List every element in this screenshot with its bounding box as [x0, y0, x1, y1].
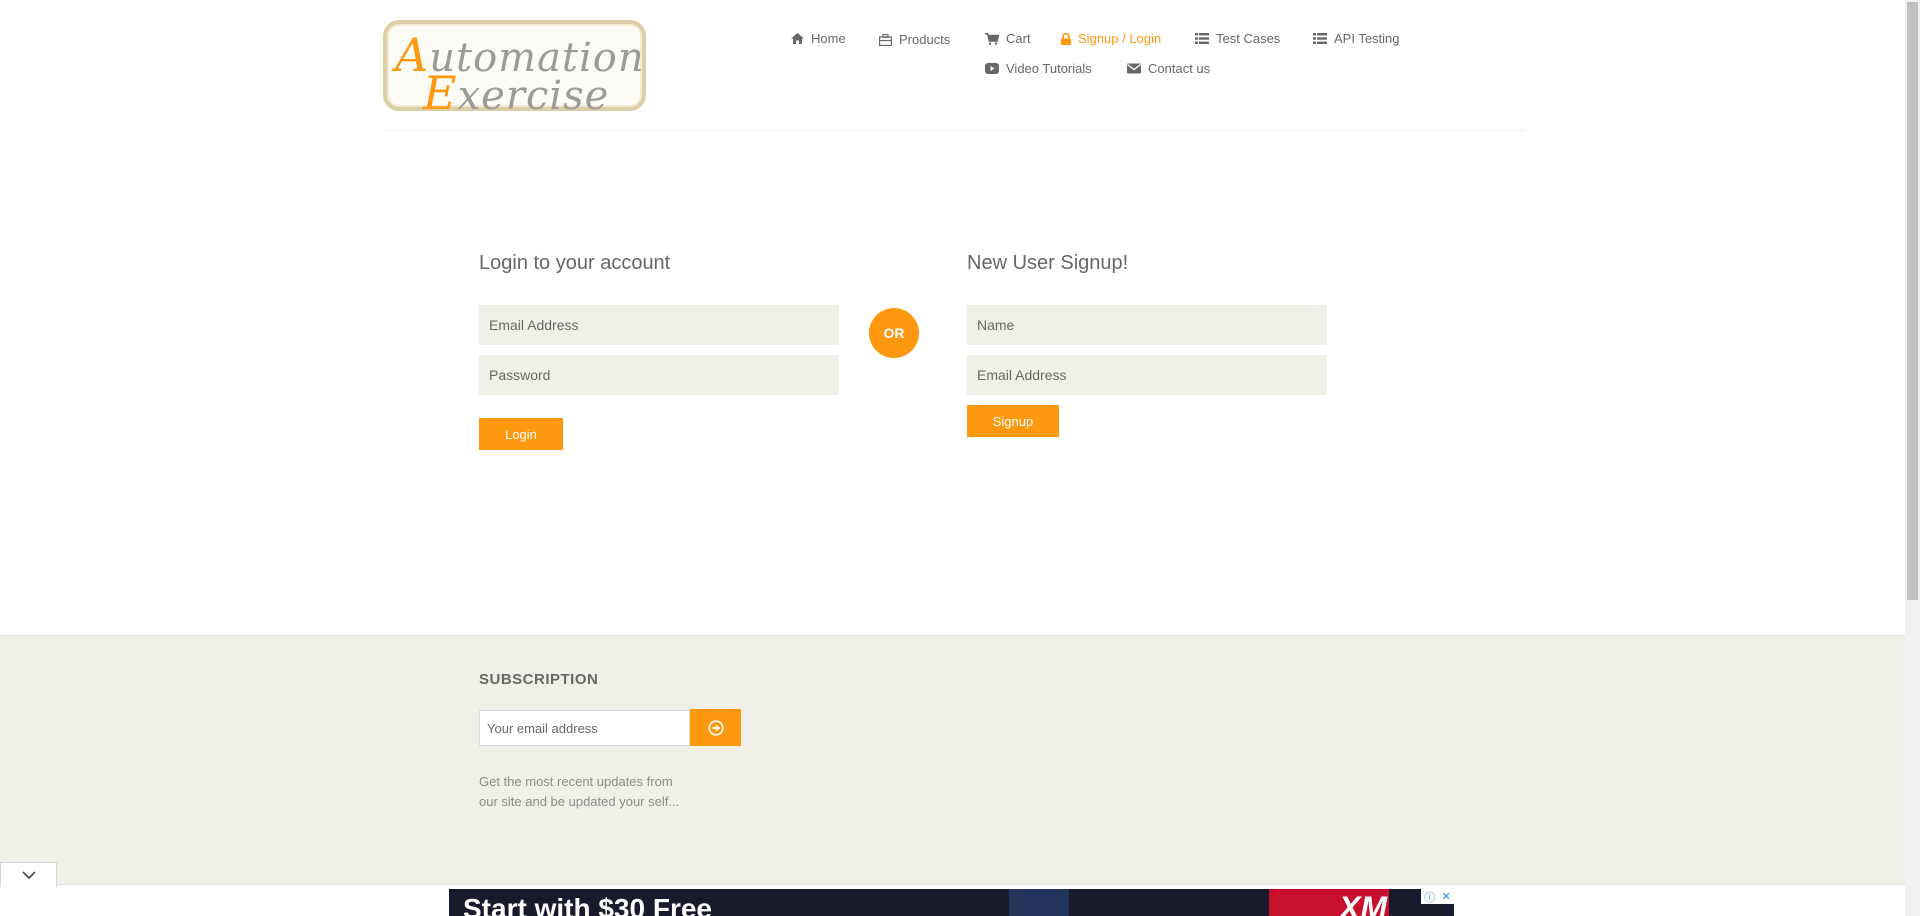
subscription-title: SUBSCRIPTION	[479, 671, 599, 688]
nav-video-tutorials[interactable]: Video Tutorials	[985, 61, 1092, 76]
nav-signup-login[interactable]: Signup / Login	[1061, 31, 1161, 46]
nav-home-label: Home	[811, 31, 846, 46]
nav-signup-login-label: Signup / Login	[1078, 31, 1162, 46]
nav-api-testing[interactable]: API Testing	[1313, 31, 1400, 46]
page-scrollbar-thumb[interactable]	[1907, 2, 1918, 600]
header-divider	[383, 130, 1525, 131]
ad-choices[interactable]: ⓘ ✕	[1421, 889, 1454, 904]
list-icon	[1313, 33, 1327, 44]
subscription-description-line2: our site and be updated your self...	[479, 794, 680, 809]
ad-brand-logo: XM	[1339, 890, 1387, 916]
chevron-down-icon	[21, 871, 36, 879]
envelope-icon	[1127, 63, 1141, 74]
subscription-email-input[interactable]	[479, 710, 690, 746]
logo-cap-e: E	[423, 66, 458, 120]
signup-button[interactable]: Signup	[967, 405, 1059, 437]
briefcase-icon	[879, 33, 892, 46]
nav-contact-us-label: Contact us	[1148, 61, 1211, 76]
signup-email-input[interactable]	[967, 355, 1327, 395]
ad-headline: Start with $30 Free	[463, 893, 712, 916]
nav-cart-label: Cart	[1006, 31, 1031, 46]
nav-video-tutorials-label: Video Tutorials	[1006, 61, 1092, 76]
subscription-description: Get the most recent updates from our sit…	[479, 772, 709, 812]
nav-home[interactable]: Home	[791, 31, 846, 46]
close-icon[interactable]: ✕	[1442, 890, 1451, 903]
home-icon	[791, 33, 804, 44]
login-title: Login to your account	[479, 252, 671, 274]
ad-collapse-button[interactable]	[0, 862, 57, 887]
logo-word-exercise: xercise	[457, 73, 610, 119]
signup-name-input[interactable]	[967, 305, 1327, 345]
or-divider: OR	[869, 308, 919, 358]
nav-products[interactable]: Products	[879, 32, 950, 47]
login-email-input[interactable]	[479, 305, 839, 345]
login-button[interactable]: Login	[479, 418, 563, 450]
lock-icon	[1061, 32, 1071, 45]
list-icon	[1195, 33, 1209, 44]
login-password-input[interactable]	[479, 355, 839, 395]
site-header: Automation Exercise Home Products Cart S…	[0, 0, 1920, 131]
info-icon[interactable]: ⓘ	[1424, 889, 1435, 905]
nav-test-cases-label: Test Cases	[1216, 31, 1281, 46]
ad-bg-block	[1009, 889, 1069, 916]
site-logo[interactable]: Automation Exercise	[383, 20, 646, 120]
nav-contact-us[interactable]: Contact us	[1127, 61, 1210, 76]
nav-test-cases[interactable]: Test Cases	[1195, 31, 1280, 46]
footer-divider	[0, 635, 1905, 636]
arrow-circle-right-icon	[707, 719, 724, 736]
nav-api-testing-label: API Testing	[1334, 31, 1400, 46]
footer	[0, 635, 1905, 916]
signup-title: New User Signup!	[967, 252, 1129, 274]
cart-icon	[985, 32, 999, 45]
subscribe-button[interactable]	[690, 709, 741, 746]
nav-products-label: Products	[899, 32, 951, 47]
youtube-play-icon	[985, 63, 999, 74]
subscription-description-line1: Get the most recent updates from	[479, 774, 673, 789]
ad-creative[interactable]: Start with $30 Free XM	[449, 889, 1454, 916]
nav-cart[interactable]: Cart	[985, 31, 1031, 46]
